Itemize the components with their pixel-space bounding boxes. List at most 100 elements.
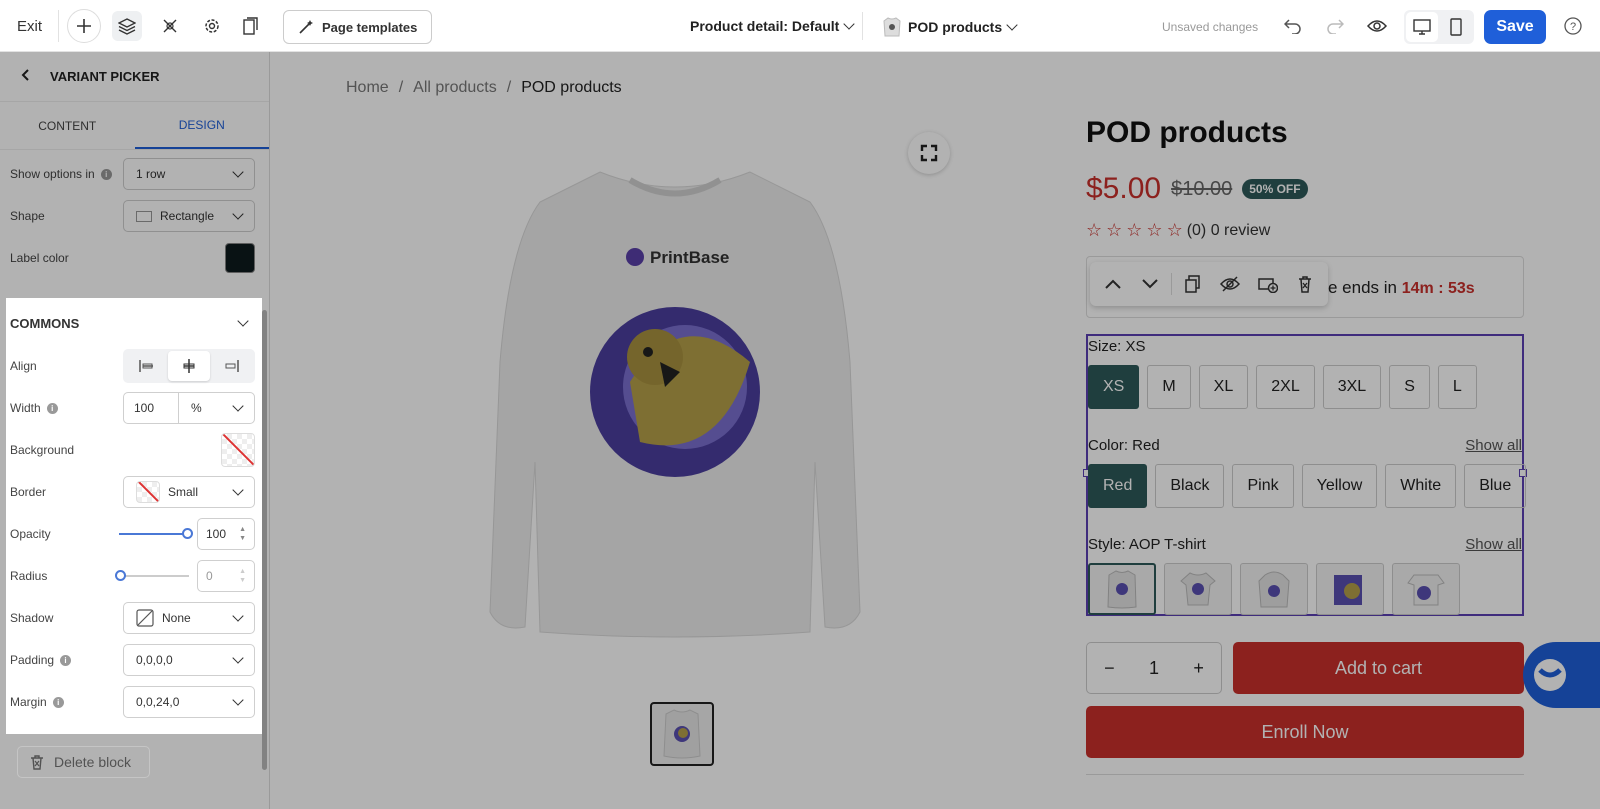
preview-eye-icon[interactable] (1362, 11, 1392, 41)
breadcrumb-current: POD products (521, 79, 622, 96)
size-option[interactable]: 3XL (1322, 365, 1382, 409)
breadcrumb-all-products[interactable]: All products (413, 79, 497, 97)
hide-icon[interactable] (1213, 276, 1247, 292)
size-option[interactable]: XL (1198, 365, 1249, 409)
gear-icon[interactable] (197, 11, 227, 41)
border-select[interactable]: Small (123, 476, 255, 508)
chevron-down-icon (232, 166, 244, 178)
show-options-row: Show options in i 1 row (10, 157, 255, 191)
padding-select[interactable]: 0,0,0,0 (123, 644, 255, 676)
preview-canvas: Home / All products / POD products PrintBa… (270, 52, 1600, 809)
stepper-icon[interactable]: ▲ ▼ (239, 525, 246, 543)
color-option[interactable]: Black (1155, 464, 1225, 508)
layers-icon[interactable] (112, 11, 142, 41)
style-option-image[interactable] (1316, 563, 1384, 615)
width-unit-select[interactable]: % (179, 393, 254, 423)
product-thumbnail[interactable] (650, 702, 714, 766)
fullscreen-icon[interactable] (908, 132, 950, 174)
color-option[interactable]: Yellow (1301, 464, 1378, 508)
mobile-icon[interactable] (1440, 12, 1472, 42)
info-icon: i (52, 696, 64, 708)
color-option[interactable]: Pink (1232, 464, 1294, 508)
opacity-slider[interactable] (119, 528, 193, 539)
color-label: Color: Red (1088, 437, 1160, 454)
shadow-row: Shadow None (10, 601, 255, 635)
style-option-image[interactable] (1392, 563, 1460, 615)
chevron-down-icon (237, 315, 249, 327)
background-color-swatch[interactable] (221, 433, 255, 467)
opacity-input[interactable]: 100 ▲ ▼ (197, 518, 255, 550)
move-down-icon[interactable] (1134, 278, 1168, 290)
size-label: Size: XS (1088, 338, 1146, 355)
desktop-icon[interactable] (1406, 12, 1438, 42)
chevron-down-icon (232, 484, 244, 496)
delete-block-button[interactable]: Delete block (17, 746, 150, 778)
styles-icon[interactable] (155, 11, 185, 41)
chevron-down-icon (232, 652, 244, 664)
align-right-icon[interactable] (210, 351, 253, 381)
style-options (1088, 563, 1460, 615)
qty-plus-button[interactable]: + (1193, 658, 1204, 679)
device-toggle (1404, 10, 1474, 44)
move-up-icon[interactable] (1096, 278, 1130, 290)
help-icon[interactable]: ? (1558, 11, 1588, 41)
color-option[interactable]: Red (1088, 464, 1148, 508)
color-option[interactable]: White (1385, 464, 1457, 508)
rectangle-icon (136, 210, 152, 222)
info-icon: i (100, 168, 112, 180)
color-option[interactable]: Blue (1464, 464, 1527, 508)
page-type-dropdown[interactable]: Product detail: Default (690, 18, 856, 34)
product-dropdown[interactable]: POD products (882, 16, 1018, 38)
size-option[interactable]: S (1389, 365, 1430, 409)
align-left-icon[interactable] (125, 351, 168, 381)
tab-content[interactable]: CONTENT (0, 102, 135, 149)
product-image[interactable]: PrintBase (480, 162, 870, 642)
opacity-row: Opacity 100 ▲ ▼ (10, 517, 255, 551)
size-option[interactable]: 2XL (1256, 365, 1315, 409)
editor-topbar: Exit Page templates Product detail: Defa… (0, 0, 1600, 52)
sidebar-scrollbar[interactable] (262, 310, 267, 770)
add-to-cart-button[interactable]: Add to cart (1233, 642, 1524, 694)
delete-icon[interactable] (1288, 275, 1322, 293)
show-options-select[interactable]: 1 row (123, 158, 255, 190)
style-option-image[interactable] (1088, 563, 1156, 615)
size-option[interactable]: L (1437, 365, 1477, 409)
chat-bubble-icon[interactable] (1523, 642, 1600, 708)
size-option[interactable]: M (1147, 365, 1191, 409)
label-color-swatch[interactable] (225, 243, 255, 273)
align-group (123, 349, 255, 383)
radius-input[interactable]: 0 ▲ ▼ (197, 560, 255, 592)
page-templates-button[interactable]: Page templates (283, 10, 433, 44)
tab-design[interactable]: DESIGN (134, 102, 269, 149)
shadow-select[interactable]: None (123, 602, 255, 634)
undo-icon[interactable] (1278, 11, 1308, 41)
variant-picker-block[interactable]: Size: XS XS M XL 2XL 3XL S L Color: Red … (1083, 334, 1527, 616)
add-icon[interactable] (67, 9, 101, 43)
style-show-all-link[interactable]: Show all (1465, 536, 1522, 553)
quantity-stepper[interactable]: − 1 + (1086, 642, 1222, 694)
align-center-icon[interactable] (167, 351, 211, 381)
qty-value[interactable]: 1 (1149, 658, 1159, 679)
commons-header[interactable]: COMMONS (10, 306, 255, 340)
margin-select[interactable]: 0,0,24,0 (123, 686, 255, 718)
style-option-image[interactable] (1240, 563, 1308, 615)
pages-icon[interactable] (236, 11, 266, 41)
color-show-all-link[interactable]: Show all (1465, 437, 1522, 454)
rating[interactable]: ☆ ☆ ☆ ☆ ☆ (0) 0 review (1086, 220, 1270, 241)
insert-block-icon[interactable] (1251, 275, 1285, 293)
shape-row: Shape Rectangle (10, 199, 255, 233)
breadcrumb-home[interactable]: Home (346, 79, 389, 97)
qty-minus-button[interactable]: − (1104, 658, 1115, 679)
exit-button[interactable]: Exit (17, 18, 42, 35)
size-option[interactable]: XS (1088, 365, 1140, 409)
redo-icon[interactable] (1320, 11, 1350, 41)
back-icon[interactable] (20, 68, 30, 85)
radius-slider[interactable] (115, 570, 189, 581)
shape-select[interactable]: Rectangle (123, 200, 255, 232)
duplicate-icon[interactable] (1176, 275, 1210, 293)
enroll-now-button[interactable]: Enroll Now (1086, 706, 1524, 758)
stepper-icon[interactable]: ▲ ▼ (239, 567, 246, 585)
width-input[interactable]: 100 (124, 393, 179, 423)
style-option-image[interactable] (1164, 563, 1232, 615)
save-button[interactable]: Save (1484, 10, 1546, 44)
